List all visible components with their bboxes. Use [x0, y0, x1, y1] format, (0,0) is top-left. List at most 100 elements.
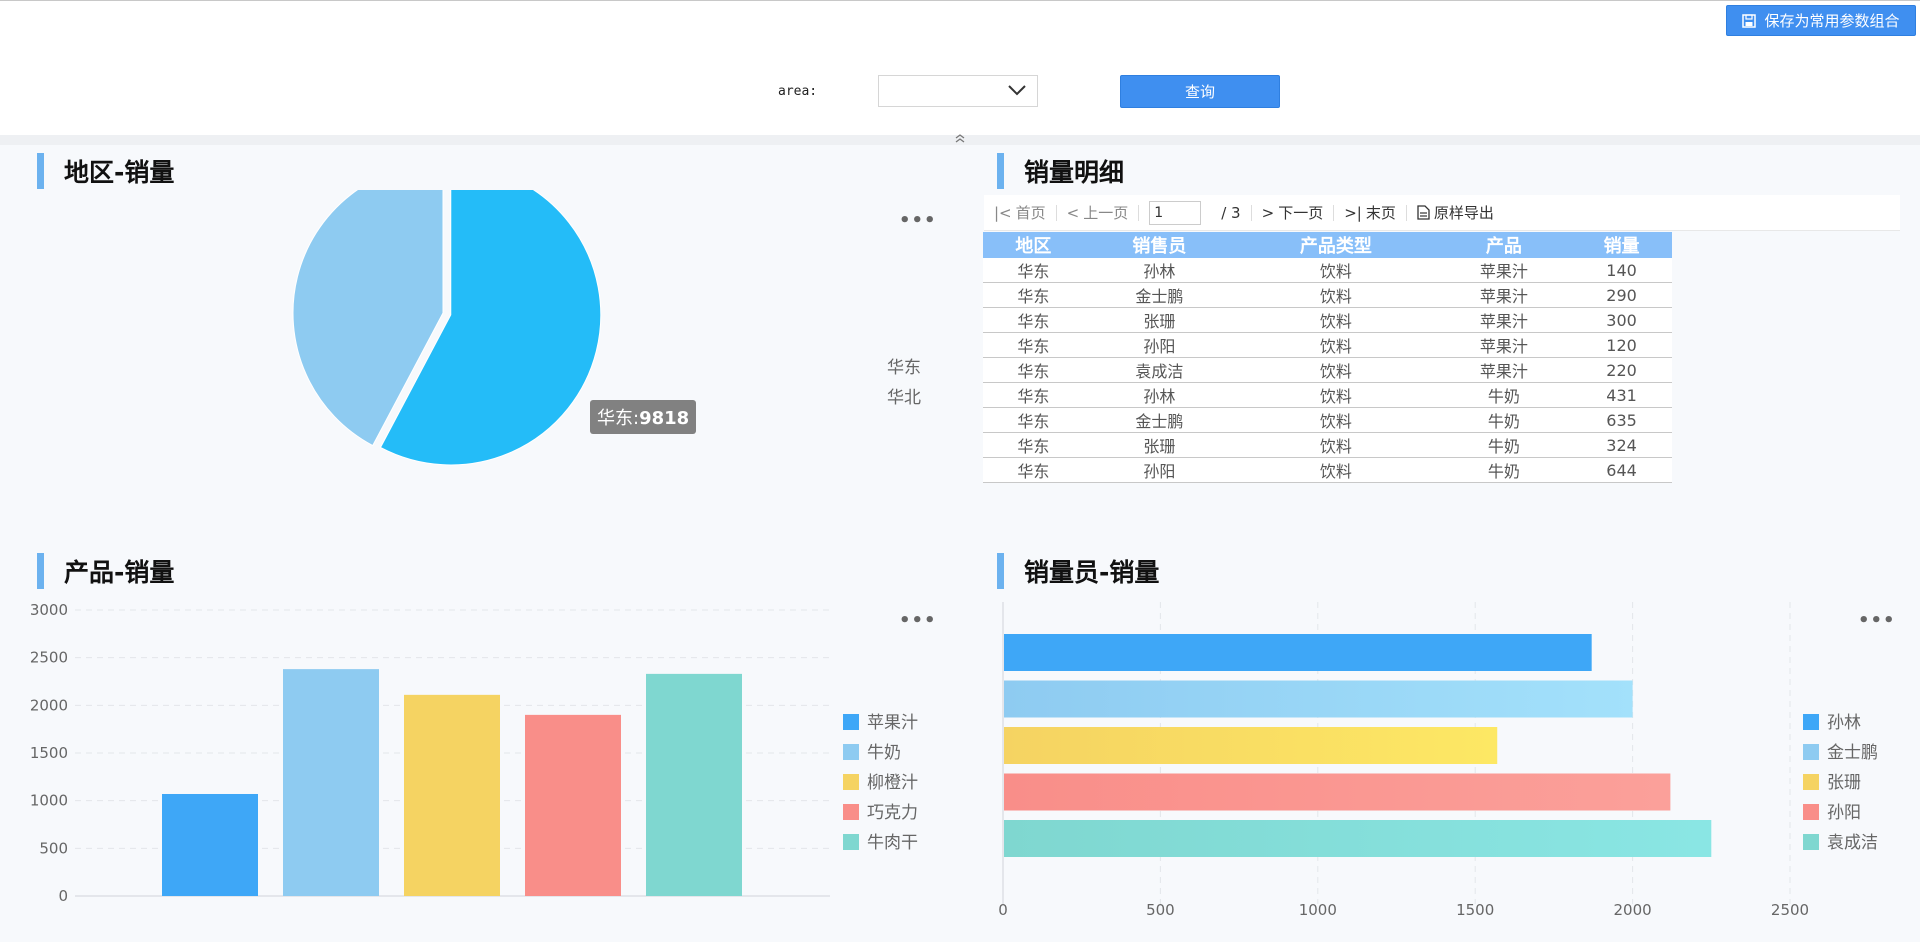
table-row: 华东 金士鹏 饮料 牛奶 635: [983, 407, 1672, 433]
y-tick-label: 1500: [30, 744, 68, 762]
y-tick-label: 3000: [30, 601, 68, 619]
column-header[interactable]: 产品: [1436, 232, 1572, 258]
table-cell: 孙阳: [1083, 457, 1236, 483]
bar: [525, 714, 621, 896]
pager-last[interactable]: >| 末页: [1334, 202, 1406, 223]
x-tick-label: 2000: [1614, 901, 1652, 919]
table-cell: 华东: [983, 457, 1084, 483]
pie-tooltip-text: 华东:9818: [597, 408, 689, 429]
table-cell: 张珊: [1083, 432, 1236, 458]
table-cell: 饮料: [1235, 457, 1437, 483]
table-cell: 牛奶: [1436, 382, 1572, 408]
salesperson-sales-bar-chart: 0 500 1000 1500 2000 2500孙林金士鹏张珊孙阳袁成洁: [998, 602, 1878, 919]
table-cell: 华东: [983, 332, 1084, 358]
legend-label: 孙阳: [1827, 803, 1861, 823]
legend-marker: [1803, 834, 1819, 850]
table-cell: 华东: [983, 282, 1084, 308]
table-cell: 牛奶: [1436, 432, 1572, 458]
x-tick-label: 1000: [1299, 901, 1337, 919]
panel-title-salesperson-sales: 销量员-销量: [997, 553, 1159, 589]
table-cell: 饮料: [1235, 332, 1437, 358]
table-cell: 644: [1571, 457, 1672, 483]
pager-next-label: 下一页: [1278, 204, 1324, 222]
query-button[interactable]: 查询: [1120, 75, 1280, 108]
x-tick-label: 1500: [1456, 901, 1494, 919]
panel-title-product-sales: 产品-销量: [37, 553, 174, 589]
table-cell: 220: [1571, 357, 1672, 383]
save-params-label: 保存为常用参数组合: [1764, 12, 1900, 30]
table-cell: 华东: [983, 432, 1084, 458]
table-cell: 140: [1571, 258, 1672, 283]
bar: [1004, 773, 1671, 811]
pager-prev[interactable]: < 上一页: [1057, 202, 1139, 223]
legend-marker: [843, 714, 859, 730]
column-header[interactable]: 产品类型: [1235, 232, 1437, 258]
table-row: 华东 张珊 饮料 牛奶 324: [983, 432, 1672, 458]
table-row: 华东 孙阳 饮料 牛奶 644: [983, 457, 1672, 483]
bar: [1004, 634, 1592, 671]
table-cell: 袁成洁: [1083, 357, 1236, 383]
table-cell: 金士鹏: [1083, 407, 1236, 433]
table-cell: 饮料: [1235, 282, 1437, 308]
y-tick-label: 0: [58, 887, 68, 905]
title-accent-bar: [37, 153, 44, 189]
pager-export[interactable]: 原样导出: [1407, 202, 1504, 223]
pager-first-label: 首页: [1015, 204, 1046, 222]
column-header[interactable]: 地区: [983, 232, 1084, 258]
legend-label: 苹果汁: [867, 713, 918, 733]
pager-next[interactable]: > 下一页: [1252, 202, 1334, 223]
table-row: 华东 孙林 饮料 苹果汁 140: [983, 258, 1672, 283]
legend-label: 柳橙汁: [867, 773, 918, 793]
table-cell: 苹果汁: [1436, 357, 1572, 383]
legend-label: 张珊: [1827, 773, 1861, 793]
bar: [283, 669, 379, 896]
table-cell: 饮料: [1235, 307, 1437, 333]
x-tick-label: 500: [1146, 901, 1175, 919]
product-sales-title: 产品-销量: [64, 558, 175, 587]
table-cell: 300: [1571, 307, 1672, 333]
legend-label: 牛奶: [867, 743, 901, 763]
page-number-input[interactable]: [1149, 200, 1202, 225]
save-icon: [1742, 13, 1757, 28]
prev-page-icon: <: [1066, 203, 1080, 222]
chevron-down-icon: [1008, 85, 1026, 96]
table-row: 华东 金士鹏 饮料 苹果汁 290: [983, 282, 1672, 308]
pager-export-label: 原样导出: [1433, 204, 1494, 222]
legend-marker: [843, 834, 859, 850]
table-cell: 金士鹏: [1083, 282, 1236, 308]
next-page-icon: >: [1261, 203, 1275, 222]
column-header[interactable]: 销售员: [1083, 232, 1236, 258]
panel-title-region-sales: 地区-销量: [37, 153, 174, 189]
table-cell: 饮料: [1235, 407, 1437, 433]
legend-label: 巧克力: [867, 803, 918, 823]
save-params-button[interactable]: 保存为常用参数组合: [1726, 5, 1916, 36]
legend-marker: [843, 804, 859, 820]
y-tick-label: 1000: [30, 792, 68, 810]
y-tick-label: 2500: [30, 649, 68, 667]
collapse-icon[interactable]: [953, 133, 967, 145]
last-page-icon: >|: [1344, 203, 1362, 222]
table-pager: |<首页 <上一页 / 3 >下一页 >|末页 原样导出: [984, 195, 1900, 231]
table-cell: 苹果汁: [1436, 307, 1572, 333]
table-cell: 华东: [983, 382, 1084, 408]
table-cell: 牛奶: [1436, 457, 1572, 483]
area-select[interactable]: [878, 75, 1038, 107]
export-icon: [1417, 205, 1430, 220]
region-sales-title: 地区-销量: [64, 158, 175, 187]
panel-title-sales-detail: 销量明细: [997, 153, 1124, 189]
table-cell: 431: [1571, 382, 1672, 408]
table-cell: 120: [1571, 332, 1672, 358]
pager-first[interactable]: |< 首页: [984, 202, 1056, 223]
table-cell: 张珊: [1083, 307, 1236, 333]
legend-label: 袁成洁: [1827, 833, 1878, 853]
legend-marker: [1803, 804, 1819, 820]
column-header[interactable]: 销量: [1571, 232, 1672, 258]
title-accent-bar: [37, 553, 44, 589]
table-cell: 苹果汁: [1436, 258, 1572, 283]
table-cell: 牛奶: [1436, 407, 1572, 433]
product-sales-bar-chart: 0 500 1000 1500 2000 2500 3000 苹果汁牛奶柳橙汁巧克力牛肉干: [30, 601, 918, 905]
legend-marker: [843, 744, 859, 760]
legend-marker: [1803, 714, 1819, 730]
table-cell: 孙阳: [1083, 332, 1236, 358]
table-row: 华东 张珊 饮料 苹果汁 300: [983, 307, 1672, 333]
